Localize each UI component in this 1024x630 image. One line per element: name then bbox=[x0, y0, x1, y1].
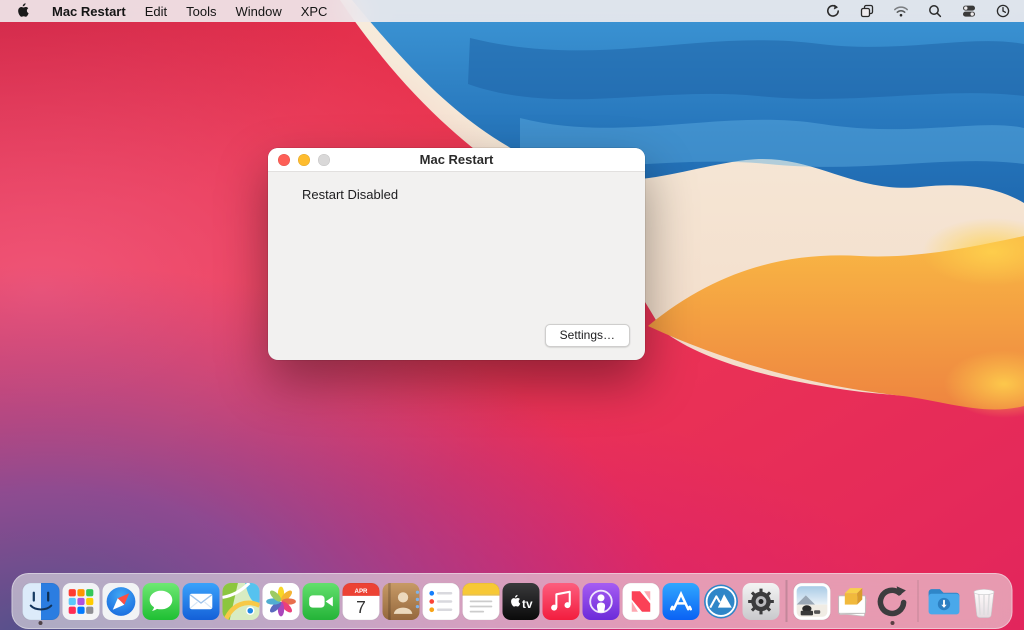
restart-status-icon[interactable] bbox=[824, 2, 842, 20]
dock-reminders[interactable] bbox=[422, 582, 460, 620]
dock-trash[interactable] bbox=[965, 582, 1003, 620]
dock-mail[interactable] bbox=[182, 582, 220, 620]
apple-menu[interactable] bbox=[12, 3, 33, 19]
menu-window[interactable]: Window bbox=[235, 4, 281, 19]
dock-mac-restart-app[interactable] bbox=[873, 582, 911, 620]
running-indicator bbox=[890, 621, 894, 625]
dock-calendar[interactable]: APR 7 bbox=[342, 582, 380, 620]
clock-icon[interactable] bbox=[994, 2, 1012, 20]
dock-separator bbox=[917, 580, 919, 622]
desktop: Mac Restart Edit Tools Window XPC bbox=[0, 0, 1024, 630]
dock-maps[interactable] bbox=[222, 582, 260, 620]
dock-launchpad[interactable] bbox=[62, 582, 100, 620]
window-content: Restart Disabled Settings… bbox=[268, 172, 645, 360]
dock-safari[interactable] bbox=[102, 582, 140, 620]
dock-messages[interactable] bbox=[142, 582, 180, 620]
dock-podcasts[interactable] bbox=[582, 582, 620, 620]
menu-app-name[interactable]: Mac Restart bbox=[52, 4, 126, 19]
menu-edit[interactable]: Edit bbox=[145, 4, 167, 19]
dock-facetime[interactable] bbox=[302, 582, 340, 620]
dock-news[interactable] bbox=[622, 582, 660, 620]
mac-restart-window: Mac Restart Restart Disabled Settings… bbox=[268, 148, 645, 360]
running-indicator bbox=[39, 621, 43, 625]
menu-bar: Mac Restart Edit Tools Window XPC bbox=[0, 0, 1024, 22]
menu-xpc[interactable]: XPC bbox=[301, 4, 328, 19]
dock-notes[interactable] bbox=[462, 582, 500, 620]
window-title: Mac Restart bbox=[268, 152, 645, 167]
window-titlebar[interactable]: Mac Restart bbox=[268, 148, 645, 172]
tv-label: tv bbox=[522, 597, 533, 611]
apple-icon bbox=[16, 3, 29, 19]
dock: APR 7 bbox=[12, 573, 1013, 629]
calendar-day-label: 7 bbox=[356, 596, 366, 616]
search-icon[interactable] bbox=[926, 2, 944, 20]
dock-app-store[interactable] bbox=[662, 582, 700, 620]
calendar-month-label: APR bbox=[354, 587, 368, 594]
wifi-icon[interactable] bbox=[892, 2, 910, 20]
dock-system-preferences[interactable] bbox=[742, 582, 780, 620]
dock-mountain-peaks-app[interactable] bbox=[702, 582, 740, 620]
dock-finder[interactable] bbox=[22, 582, 60, 620]
dock-music[interactable] bbox=[542, 582, 580, 620]
windows-status-icon[interactable] bbox=[858, 2, 876, 20]
restart-status-text: Restart Disabled bbox=[302, 187, 398, 202]
settings-button[interactable]: Settings… bbox=[545, 324, 630, 347]
dock-apple-tv[interactable]: tv bbox=[502, 582, 540, 620]
menu-tools[interactable]: Tools bbox=[186, 4, 216, 19]
dock-document-stack-app[interactable] bbox=[833, 582, 871, 620]
dock-separator bbox=[786, 580, 788, 622]
control-center-icon[interactable] bbox=[960, 2, 978, 20]
dock-landscape-photo-app[interactable] bbox=[793, 582, 831, 620]
dock-contacts[interactable] bbox=[382, 582, 420, 620]
dock-photos[interactable] bbox=[262, 582, 300, 620]
dock-downloads-folder[interactable] bbox=[925, 582, 963, 620]
